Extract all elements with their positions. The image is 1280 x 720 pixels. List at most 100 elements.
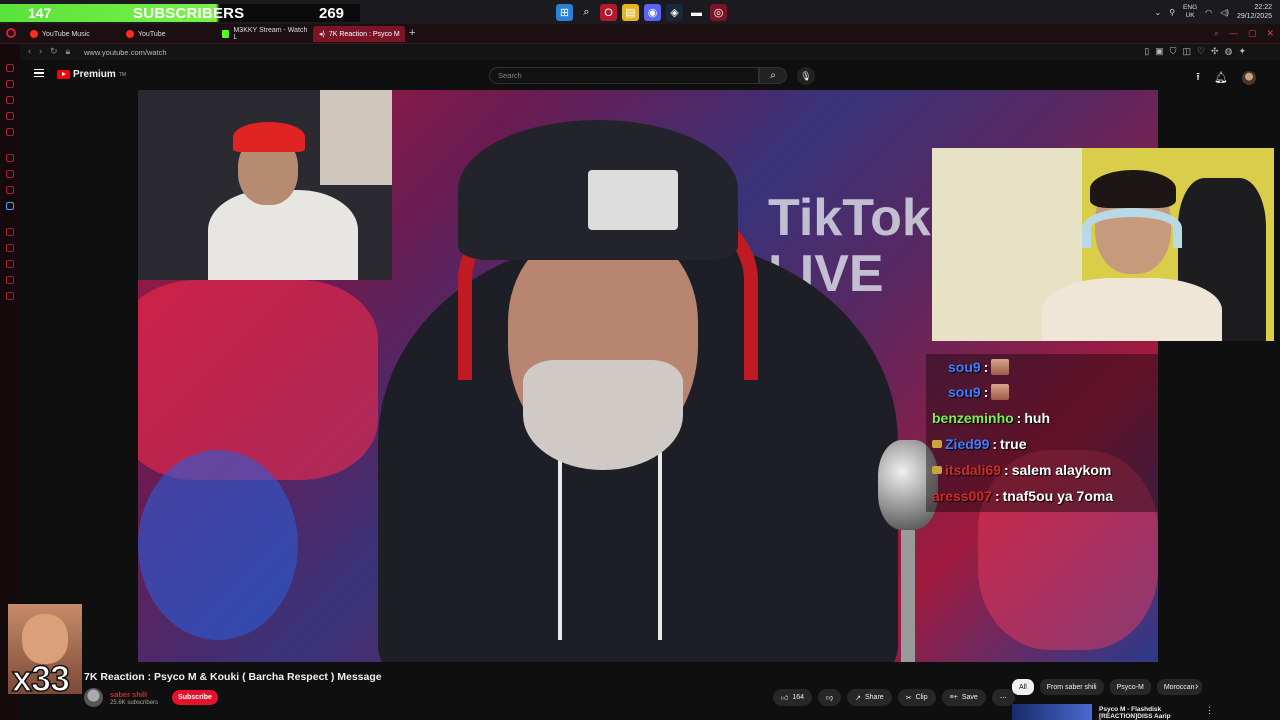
forward-icon[interactable]: ›: [39, 46, 42, 57]
discord-icon[interactable]: ◉: [644, 4, 661, 21]
tab-reaction-video[interactable]: ◂) 7K Reaction : Psyco M: [313, 26, 405, 42]
share-label: Share: [865, 694, 884, 701]
sidebar-home-icon[interactable]: [6, 64, 14, 72]
sidebar-heart-icon[interactable]: [6, 276, 14, 284]
maximize-icon[interactable]: ▢: [1248, 28, 1257, 39]
youtube-premium-logo[interactable]: Premium TM: [57, 69, 126, 80]
sidebar-player-icon[interactable]: [6, 244, 14, 252]
reload-icon[interactable]: ↻: [50, 46, 58, 57]
chevron-right-icon[interactable]: ›: [1195, 681, 1198, 692]
chat-text: salem alaykom: [1011, 462, 1112, 478]
recommended-title-line: [REACTION]DISS Aarip: [1099, 713, 1171, 720]
page-scrollbar[interactable]: [1274, 60, 1280, 720]
screen: 147 SUBSCRIBERS 269 ⊞ ⌕ O ▤ ◉ ◈ ▬ ◎ ⌄ ⚲ …: [0, 0, 1280, 720]
profile-icon[interactable]: ◍: [1225, 46, 1233, 57]
clock-time: 22:22: [1254, 4, 1272, 11]
search-tabs-icon[interactable]: ⌕: [1214, 28, 1219, 39]
sidebar-settings-icon[interactable]: [6, 292, 14, 300]
thumbs-up-icon: 👍︎: [781, 695, 789, 702]
chat-separator: :: [983, 384, 989, 400]
like-button[interactable]: 👍︎ 164: [773, 689, 813, 706]
tab-youtube[interactable]: YouTube: [120, 26, 212, 42]
shield-icon[interactable]: ⛉: [1170, 46, 1177, 57]
subscriber-count: 147: [28, 5, 52, 21]
chip-all[interactable]: All: [1012, 679, 1034, 695]
network-icon[interactable]: ⚲: [1169, 8, 1175, 17]
back-icon[interactable]: ‹: [28, 46, 31, 57]
sidebar-aria-icon[interactable]: [6, 128, 14, 136]
clock[interactable]: 22:22 29/12/2025: [1237, 3, 1272, 21]
subscribe-button[interactable]: Subscribe: [172, 690, 218, 705]
subscriber-label: SUBSCRIBERS: [133, 5, 245, 22]
minimize-icon[interactable]: —: [1229, 28, 1238, 39]
sidebar-messenger-icon[interactable]: [6, 154, 14, 162]
sidebar-bluesky-icon[interactable]: [6, 202, 14, 210]
cap-patch: [588, 170, 678, 230]
subscriber-badge-icon: [932, 466, 942, 474]
chat-message: itsdali69 : salem alaykom: [932, 462, 1111, 478]
youtube-masthead: Premium TM Search ⌕ 🎙︎ ⭱ 🔔︎: [20, 60, 1280, 90]
sidebar-instagram-icon[interactable]: [6, 170, 14, 178]
url-field[interactable]: www.youtube.com/watch: [84, 48, 167, 57]
notifications-bell-icon[interactable]: 🔔︎: [1214, 71, 1228, 84]
terminal-icon[interactable]: ▬: [688, 4, 705, 21]
hamburger-menu-icon[interactable]: [34, 69, 44, 77]
chat-separator: :: [1016, 410, 1022, 426]
upload-icon[interactable]: ⭱: [1196, 68, 1200, 87]
sidebar-music-icon[interactable]: [6, 228, 14, 236]
language-indicator[interactable]: ENG UK: [1183, 4, 1197, 20]
folder-icon[interactable]: ▤: [622, 4, 639, 21]
account-avatar[interactable]: [1242, 70, 1256, 85]
tab-youtube-music[interactable]: YouTube Music: [24, 26, 116, 42]
more-vertical-icon[interactable]: ⋮: [1205, 705, 1214, 716]
heart-icon[interactable]: ♡: [1197, 46, 1205, 57]
chat-text: true: [1000, 436, 1027, 452]
voice-search-button[interactable]: 🎙︎: [797, 67, 815, 85]
subscriber-goal: 269: [319, 5, 345, 22]
screenshot-icon[interactable]: ▣: [1155, 46, 1164, 57]
clip-label: Clip: [915, 694, 928, 701]
sidebar-x-icon[interactable]: [6, 186, 14, 194]
opera-icon[interactable]: O: [600, 4, 617, 21]
save-button[interactable]: ≡+ Save: [941, 689, 986, 706]
chat-message: sou9 :: [932, 359, 1010, 375]
recommended-video-thumbnail[interactable]: [1012, 704, 1092, 720]
chip-psyco-m[interactable]: Psyco-M: [1109, 679, 1151, 695]
app-icon[interactable]: ◎: [710, 4, 727, 21]
close-icon[interactable]: ✕: [1266, 28, 1274, 39]
sidebar-history-icon[interactable]: [6, 96, 14, 104]
lock-icon[interactable]: 🔒︎: [66, 46, 71, 57]
bookmark-icon[interactable]: ▯: [1144, 46, 1149, 57]
ai-icon[interactable]: ✦: [1238, 46, 1246, 57]
chip-from-channel[interactable]: From saber shili: [1039, 679, 1104, 695]
channel-subscriber-count: 25.6K subscribers: [110, 700, 159, 706]
puzzle-icon[interactable]: ✣: [1211, 46, 1219, 57]
channel-avatar[interactable]: [84, 688, 103, 707]
chevron-up-icon[interactable]: ⌄: [1154, 8, 1161, 17]
search-icon: ⌕: [770, 70, 776, 81]
chat-separator: :: [983, 359, 989, 375]
tab-kick-stream[interactable]: M3KKY Stream - Watch L: [216, 26, 308, 42]
steam-icon[interactable]: ◈: [666, 4, 683, 21]
clip-button[interactable]: ✂ Clip: [897, 689, 936, 706]
sidebar-download-icon[interactable]: [6, 112, 14, 120]
wifi-icon[interactable]: ◠: [1205, 8, 1212, 17]
search-icon[interactable]: ⌕: [578, 4, 595, 21]
youtube-play-icon: [57, 70, 70, 79]
video-title: 7K Reaction : Psyco M & Kouki ( Barcha R…: [84, 671, 382, 683]
search-input[interactable]: Search: [489, 67, 759, 84]
start-icon[interactable]: ⊞: [556, 4, 573, 21]
camera-icon[interactable]: ◫: [1182, 46, 1191, 57]
chat-message: sou9 :: [932, 384, 1010, 400]
channel-name[interactable]: saber shili: [110, 690, 147, 699]
new-tab-button[interactable]: +: [409, 27, 415, 39]
search-button[interactable]: ⌕: [759, 67, 787, 84]
dislike-button[interactable]: 👎︎: [818, 689, 842, 706]
share-button[interactable]: ↗ Share: [847, 689, 892, 706]
sidebar-clock-icon[interactable]: [6, 260, 14, 268]
sidebar-bookmark-icon[interactable]: [6, 80, 14, 88]
volume-icon[interactable]: ◁): [1220, 8, 1229, 17]
masthead-actions: ⭱ 🔔︎: [1196, 68, 1256, 87]
opera-menu-icon[interactable]: [6, 28, 16, 38]
recommended-video-title[interactable]: Psyco M - Flashdisk [REACTION]DISS Aarip: [1099, 706, 1171, 720]
